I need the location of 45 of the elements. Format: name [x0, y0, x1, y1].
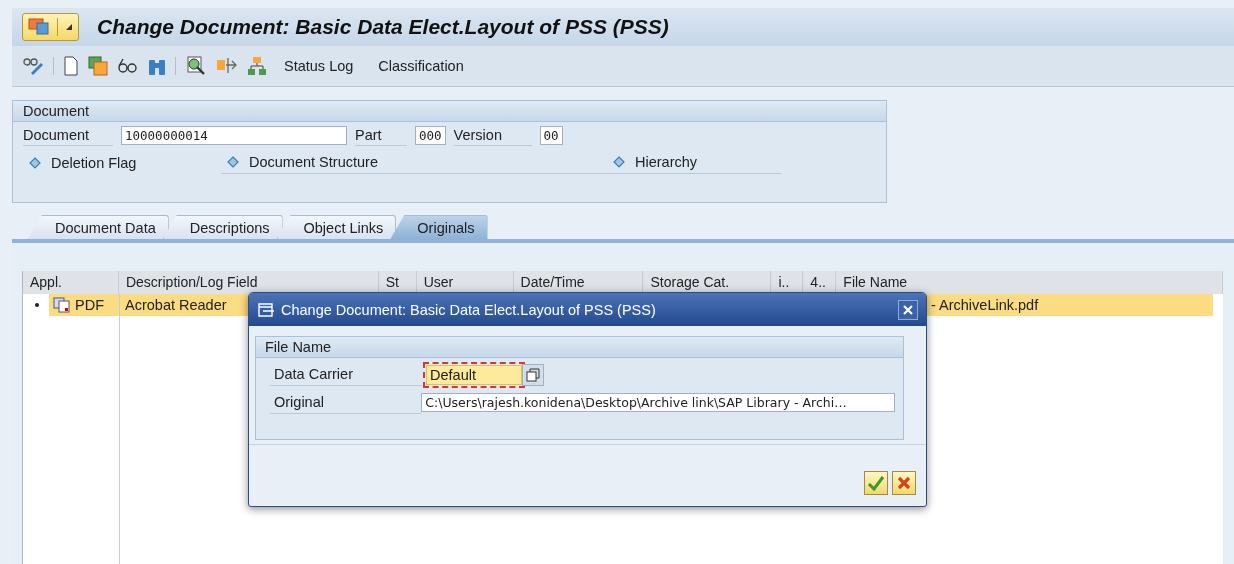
screen-icon — [28, 18, 50, 36]
field-label: Part — [355, 125, 407, 146]
export-arrows-icon[interactable] — [216, 56, 238, 76]
caret-icon — [65, 23, 73, 31]
close-icon — [902, 303, 914, 316]
close-button[interactable] — [898, 299, 918, 320]
diamond-icon — [227, 156, 239, 168]
link-button[interactable]: Document Structure — [249, 154, 378, 170]
field-label: Version — [453, 125, 532, 146]
tab[interactable]: Document Data — [28, 215, 169, 239]
table-cell: - ArchiveLink.pdf — [931, 297, 1039, 313]
new-document-icon[interactable] — [63, 56, 79, 76]
window-title: Change Document: Basic Data Elect.Layout of PSS (PSS) — [97, 15, 669, 39]
part-field[interactable]: 000 — [415, 126, 446, 145]
check-icon — [867, 475, 885, 491]
tab[interactable]: Originals — [390, 215, 488, 239]
table-cell: PDF — [49, 294, 119, 316]
tab[interactable]: Descriptions — [162, 215, 283, 239]
tab[interactable]: Object Links — [276, 215, 397, 239]
copy-document-icon[interactable] — [88, 56, 108, 76]
search-document-icon[interactable] — [185, 56, 207, 76]
data-carrier-field[interactable]: Default — [426, 364, 522, 385]
field-label: Data Carrier — [270, 363, 422, 386]
copy-icon — [526, 367, 540, 382]
edit-window-icon — [257, 301, 275, 318]
version-field[interactable]: 00 — [539, 126, 563, 145]
hierarchy-icon[interactable] — [247, 56, 267, 76]
original-field[interactable]: C:\Users\rajesh.konidena\Desktop\Archive link\SAP Library - Archi… — [421, 393, 895, 412]
cancel-button[interactable] — [892, 471, 916, 495]
link-button[interactable]: Deletion Flag — [51, 154, 137, 171]
cancel-icon — [896, 475, 912, 491]
diamond-icon — [29, 156, 41, 169]
toolbar-button[interactable]: Classification — [370, 58, 472, 74]
field-label: Document — [23, 125, 113, 146]
toolbar-button[interactable]: Status Log — [276, 58, 362, 74]
glasses-pencil-icon[interactable] — [22, 56, 44, 76]
link-button[interactable]: Hierarchy — [635, 154, 698, 170]
document-icon — [53, 297, 71, 313]
menu-button[interactable] — [22, 13, 79, 41]
confirm-button[interactable] — [864, 471, 888, 495]
document-field[interactable]: 10000000014 — [121, 126, 347, 145]
glasses-icon[interactable] — [117, 56, 139, 76]
diamond-icon — [613, 156, 625, 168]
bullet-icon — [35, 303, 39, 307]
value-help-button[interactable] — [522, 363, 544, 386]
